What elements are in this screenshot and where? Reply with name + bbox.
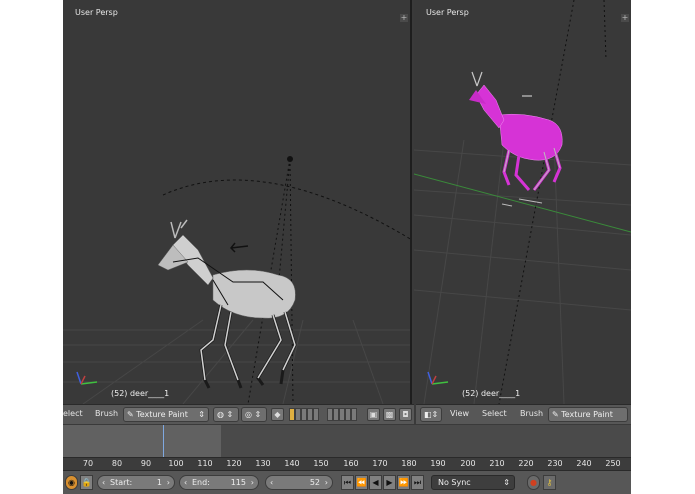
select-menu[interactable]: elect bbox=[63, 409, 83, 418]
frame-tick: 150 bbox=[313, 459, 329, 468]
render-icon[interactable]: ▩ bbox=[383, 408, 396, 421]
pivot-point-button[interactable]: ◎ ⇕ bbox=[241, 407, 267, 422]
viewport-right-status: (52) deer____1 bbox=[462, 389, 521, 398]
brush-menu-right[interactable]: Brush bbox=[520, 409, 543, 418]
viewport-right[interactable]: User Persp + (52) deer____1 bbox=[414, 0, 631, 404]
deer-model[interactable] bbox=[157, 219, 297, 389]
next-keyframe-icon[interactable]: ⏩ bbox=[397, 475, 410, 490]
viewport-right-scene bbox=[414, 0, 631, 404]
play-icon[interactable]: ▶ bbox=[383, 475, 396, 490]
frame-tick: 70 bbox=[82, 459, 94, 468]
sphere-icon: ◍ ⇕ bbox=[217, 410, 234, 419]
mode-selector[interactable]: ✎ Texture Paint ⇕ bbox=[123, 407, 209, 422]
frame-tick: 250 bbox=[605, 459, 621, 468]
frame-tick: 140 bbox=[284, 459, 300, 468]
view-menu[interactable]: View bbox=[450, 409, 469, 418]
brush-icon: ✎ bbox=[127, 410, 137, 419]
decrement-icon[interactable]: ‹ bbox=[184, 476, 187, 489]
frame-ruler[interactable]: 70 80 90 100 110 120 130 140 150 160 170… bbox=[63, 457, 631, 470]
select-menu-right[interactable]: Select bbox=[482, 409, 507, 418]
keying-set-icon[interactable]: ⚷ bbox=[543, 475, 556, 490]
brush-menu[interactable]: Brush bbox=[95, 409, 118, 418]
bone-widget bbox=[229, 242, 249, 253]
frame-tick: 130 bbox=[255, 459, 271, 468]
brush-icon-right: ✎ bbox=[552, 410, 562, 419]
auto-keying-record-icon[interactable]: ● bbox=[527, 475, 540, 490]
increment-icon[interactable]: › bbox=[251, 476, 254, 489]
frame-tick: 240 bbox=[576, 459, 592, 468]
frame-tick: 160 bbox=[343, 459, 359, 468]
layer-buttons-a[interactable] bbox=[289, 408, 319, 421]
viewport-right-expand-icon[interactable]: + bbox=[621, 14, 629, 22]
layer-10[interactable] bbox=[351, 408, 357, 421]
frame-tick: 120 bbox=[226, 459, 242, 468]
frame-tick: 190 bbox=[430, 459, 446, 468]
frame-tick: 100 bbox=[168, 459, 184, 468]
viewport-left-title: User Persp bbox=[75, 8, 118, 17]
viewport-left-header: elect Brush ✎ Texture Paint ⇕ ◍ ⇕ ◎ ⇕ ◆ … bbox=[63, 404, 414, 424]
viewport-right-header: ◧⇕ View Select Brush ✎ Texture Paint bbox=[416, 404, 631, 424]
record-status-icon[interactable]: ◉ bbox=[65, 475, 78, 490]
frame-tick: 170 bbox=[372, 459, 388, 468]
frame-tick: 200 bbox=[460, 459, 476, 468]
axis-gizmo-right bbox=[427, 371, 449, 385]
timeline-area[interactable] bbox=[63, 425, 631, 457]
frame-tick: 80 bbox=[111, 459, 123, 468]
current-frame-field[interactable]: ‹ 52 › bbox=[265, 475, 333, 490]
frame-tick: 210 bbox=[489, 459, 505, 468]
prev-keyframe-icon[interactable]: ⏪ bbox=[355, 475, 368, 490]
chevron-updown-icon: ⇕ bbox=[503, 478, 510, 487]
jump-end-icon[interactable]: ⏭ bbox=[411, 475, 424, 490]
current-frame-cursor[interactable] bbox=[163, 425, 164, 457]
viewport-right-title: User Persp bbox=[426, 8, 469, 17]
frame-tick: 230 bbox=[547, 459, 563, 468]
layer-5[interactable] bbox=[313, 408, 319, 421]
playback-bar: ◉ 🔒 ‹ Start: 1 › ‹ End: 115 › ‹ 52 › ⏮ ⏪… bbox=[63, 470, 631, 494]
camera-icon[interactable]: ◘ bbox=[399, 408, 412, 421]
decrement-icon[interactable]: ‹ bbox=[270, 476, 273, 489]
increment-icon[interactable]: › bbox=[167, 476, 170, 489]
start-frame-field[interactable]: ‹ Start: 1 › bbox=[97, 475, 175, 490]
frame-tick: 90 bbox=[140, 459, 152, 468]
layer-buttons-b[interactable] bbox=[327, 408, 357, 421]
lamp-object[interactable] bbox=[287, 156, 293, 162]
editor-type-button[interactable]: ◧⇕ bbox=[420, 407, 442, 422]
decrement-icon[interactable]: ‹ bbox=[102, 476, 105, 489]
increment-icon[interactable]: › bbox=[325, 476, 328, 489]
viewport-left-expand-icon[interactable]: + bbox=[400, 14, 408, 22]
mode-selector-right[interactable]: ✎ Texture Paint bbox=[548, 407, 628, 422]
frame-tick: 110 bbox=[197, 459, 213, 468]
frame-tick: 180 bbox=[401, 459, 417, 468]
frame-tick: 220 bbox=[518, 459, 534, 468]
viewport-left-scene bbox=[63, 156, 410, 404]
end-frame-field[interactable]: ‹ End: 115 › bbox=[179, 475, 259, 490]
play-reverse-icon[interactable]: ◀ bbox=[369, 475, 382, 490]
blender-window: User Persp + (52) deer____1 User Persp +… bbox=[63, 0, 631, 494]
chevron-updown-icon: ⇕ bbox=[198, 410, 205, 419]
jump-start-icon[interactable]: ⏮ bbox=[341, 475, 354, 490]
viewport-left-status: (52) deer____1 bbox=[111, 389, 170, 398]
cube-icon: ◧⇕ bbox=[424, 410, 439, 419]
sync-mode-dropdown[interactable]: No Sync ⇕ bbox=[431, 475, 515, 490]
deer-model-painted[interactable] bbox=[469, 71, 563, 191]
manipulator-icon[interactable]: ◆ bbox=[271, 408, 284, 421]
viewport-left[interactable]: User Persp + (52) deer____1 bbox=[63, 0, 412, 404]
viewport-shading-button[interactable]: ◍ ⇕ bbox=[213, 407, 239, 422]
pivot-icon: ◎ ⇕ bbox=[245, 410, 262, 419]
frame-range-shade bbox=[63, 425, 221, 457]
preview-range-icon[interactable]: 🔒 bbox=[80, 475, 93, 490]
lock-layers-icon[interactable]: ▣ bbox=[367, 408, 380, 421]
